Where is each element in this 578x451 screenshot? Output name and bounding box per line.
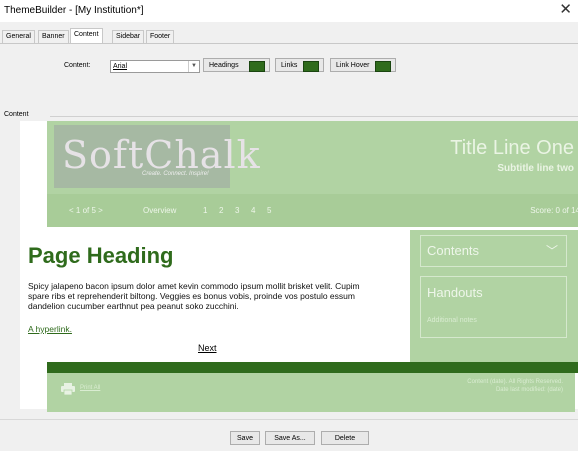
font-select[interactable]: Arial ▼ xyxy=(110,60,200,73)
preview-footer: Print All Content (date). All Rights Res… xyxy=(47,373,575,412)
nav-page-4[interactable]: 4 xyxy=(251,206,255,215)
nav-page-2[interactable]: 2 xyxy=(219,206,223,215)
preview-sidebar: Contents ﹀ Handouts Additional notes xyxy=(410,230,578,362)
preview-content: Page Heading Spicy jalapeno bacon ipsum … xyxy=(20,237,383,353)
title-bar: ThemeBuilder - [My Institution*] ✕ xyxy=(0,0,578,22)
logo: SoftChalk Create. Connect. Inspire! xyxy=(54,125,260,188)
page-heading: Page Heading xyxy=(28,243,174,268)
logo-tagline: Create. Connect. Inspire! xyxy=(142,171,209,177)
footer-accent-bar xyxy=(47,362,578,373)
tab-general[interactable]: General xyxy=(2,30,35,43)
additional-notes: Additional notes xyxy=(427,317,477,324)
link-hover-swatch xyxy=(375,61,391,72)
copyright-text: Content (date). All Rights Reserved. xyxy=(467,379,563,385)
footer-info: Content (date). All Rights Reserved. Dat… xyxy=(467,378,563,394)
font-select-value: Arial xyxy=(113,63,128,70)
modified-text: Date last modified: (date) xyxy=(495,387,563,393)
next-link[interactable]: Next xyxy=(198,343,217,353)
delete-button[interactable]: Delete xyxy=(321,431,369,445)
links-color-button[interactable]: Links xyxy=(275,58,324,72)
tab-banner[interactable]: Banner xyxy=(38,30,69,43)
score-display: Score: 0 of 14 xyxy=(530,206,578,215)
tab-divider xyxy=(0,43,578,44)
headings-label: Headings xyxy=(209,62,239,69)
contents-label: Contents xyxy=(427,243,480,258)
sample-hyperlink[interactable]: A hyperlink. xyxy=(28,324,72,334)
body-text: Spicy jalapeno bacon ipsum dolor amet ke… xyxy=(28,281,360,311)
links-label: Links xyxy=(281,62,298,69)
chevron-down-icon: ﹀ xyxy=(545,244,558,258)
page-indicator[interactable]: < 1 of 5 > xyxy=(69,206,103,215)
chevron-down-icon[interactable]: ▼ xyxy=(188,61,199,72)
banner-subtitle: Subtitle line two xyxy=(497,163,574,174)
content-font-label: Content: xyxy=(64,62,91,69)
link-hover-label: Link Hover xyxy=(336,62,370,69)
close-icon[interactable]: ✕ xyxy=(559,2,572,18)
save-as-button[interactable]: Save As... xyxy=(265,431,315,445)
theme-preview: SoftChalk Create. Connect. Inspire! Titl… xyxy=(20,121,578,412)
bottom-divider xyxy=(0,419,578,420)
preview-navbar: < 1 of 5 > Overview 1 2 3 4 5 Score: 0 o… xyxy=(47,194,578,227)
nav-page-5[interactable]: 5 xyxy=(267,206,271,215)
links-swatch xyxy=(303,61,319,72)
headings-color-button[interactable]: Headings xyxy=(203,58,270,72)
headings-swatch xyxy=(249,61,265,72)
nav-overview[interactable]: Overview xyxy=(143,206,176,215)
handouts-label: Handouts xyxy=(427,285,483,300)
nav-page-3[interactable]: 3 xyxy=(235,206,239,215)
tab-footer[interactable]: Footer xyxy=(146,30,175,43)
handouts-box: Handouts Additional notes xyxy=(420,276,567,338)
window-title: ThemeBuilder - [My Institution*] xyxy=(4,5,144,16)
tab-sidebar[interactable]: Sidebar xyxy=(112,30,145,43)
preview-banner: SoftChalk Create. Connect. Inspire! Titl… xyxy=(47,121,578,194)
contents-dropdown[interactable]: Contents ﹀ xyxy=(420,235,567,267)
tab-content[interactable]: Content xyxy=(70,28,103,43)
nav-page-1[interactable]: 1 xyxy=(203,206,207,215)
print-all-link[interactable]: Print All xyxy=(80,385,100,391)
banner-title: Title Line One xyxy=(450,137,574,159)
printer-icon[interactable] xyxy=(61,383,75,397)
group-divider xyxy=(50,116,578,117)
link-hover-color-button[interactable]: Link Hover xyxy=(330,58,396,72)
content-group-label: Content xyxy=(4,111,31,118)
save-button[interactable]: Save xyxy=(230,431,260,445)
